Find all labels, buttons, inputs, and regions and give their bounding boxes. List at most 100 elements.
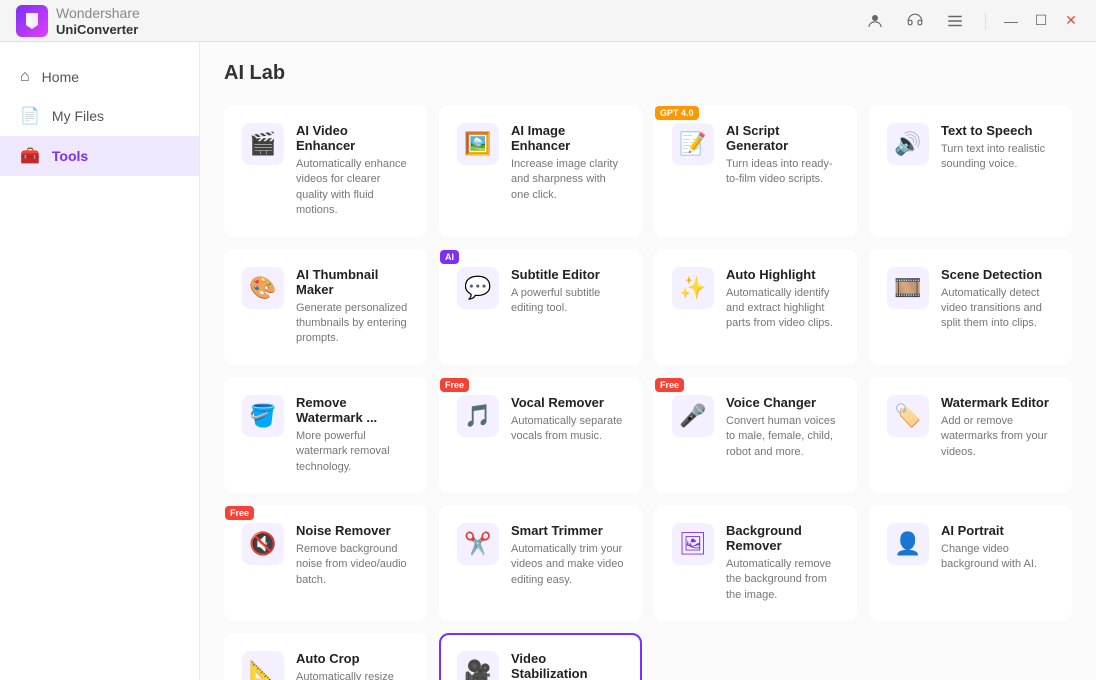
background-remover-desc: Automatically remove the background from… bbox=[726, 557, 839, 603]
tool-card-vocal-remover[interactable]: Free 🎵 Vocal Remover Automatically separ… bbox=[439, 377, 642, 493]
ai-script-generator-name: AI Script Generator bbox=[726, 123, 839, 153]
smart-trimmer-info: Smart Trimmer Automatically trim your vi… bbox=[511, 523, 624, 588]
remove-watermark-desc: More powerful watermark removal technolo… bbox=[296, 429, 409, 475]
app-body: ⌂ Home 📄 My Files 🧰 Tools AI Lab 🎬 AI Vi… bbox=[0, 42, 1096, 680]
ai-video-enhancer-desc: Automatically enhance videos for clearer… bbox=[296, 157, 409, 219]
tool-card-ai-portrait[interactable]: 👤 AI Portrait Change video background wi… bbox=[869, 505, 1072, 621]
auto-highlight-info: Auto Highlight Automatically identify an… bbox=[726, 267, 839, 332]
ai-portrait-icon: 👤 bbox=[887, 523, 929, 565]
tool-card-watermark-editor[interactable]: 🏷️ Watermark Editor Add or remove waterm… bbox=[869, 377, 1072, 493]
user-icon[interactable] bbox=[861, 7, 889, 35]
tool-card-ai-video-enhancer[interactable]: 🎬 AI Video Enhancer Automatically enhanc… bbox=[224, 105, 427, 237]
subtitle-editor-info: Subtitle Editor A powerful subtitle edit… bbox=[511, 267, 624, 317]
video-stabilization-info: Video Stabilization Solve the problem of… bbox=[511, 651, 624, 680]
video-stabilization-name: Video Stabilization bbox=[511, 651, 624, 680]
badge-gpt: GPT 4.0 bbox=[655, 106, 699, 120]
tool-card-ai-image-enhancer[interactable]: 🖼️ AI Image Enhancer Increase image clar… bbox=[439, 105, 642, 237]
app-logo: Wondershare UniConverter bbox=[16, 5, 140, 37]
noise-remover-name: Noise Remover bbox=[296, 523, 409, 538]
smart-trimmer-icon: ✂️ bbox=[457, 523, 499, 565]
myfiles-icon: 📄 bbox=[20, 106, 40, 126]
background-remover-info: Background Remover Automatically remove … bbox=[726, 523, 839, 603]
title-bar: Wondershare UniConverter — ☐ ✕ bbox=[0, 0, 1096, 42]
vocal-remover-icon: 🎵 bbox=[457, 395, 499, 437]
tool-card-auto-highlight[interactable]: ✨ Auto Highlight Automatically identify … bbox=[654, 249, 857, 365]
home-icon: ⌂ bbox=[20, 68, 30, 86]
smart-trimmer-name: Smart Trimmer bbox=[511, 523, 624, 538]
ai-image-enhancer-name: AI Image Enhancer bbox=[511, 123, 624, 153]
remove-watermark-icon: 🪣 bbox=[242, 395, 284, 437]
page-title: AI Lab bbox=[224, 62, 1072, 85]
auto-highlight-icon: ✨ bbox=[672, 267, 714, 309]
ai-script-generator-desc: Turn ideas into ready-to-film video scri… bbox=[726, 157, 839, 188]
ai-thumbnail-maker-desc: Generate personalized thumbnails by ente… bbox=[296, 301, 409, 347]
tool-card-background-remover[interactable]: 🖼 Background Remover Automatically remov… bbox=[654, 505, 857, 621]
tools-grid: 🎬 AI Video Enhancer Automatically enhanc… bbox=[224, 105, 1072, 680]
badge-free: Free bbox=[225, 506, 254, 520]
sidebar-item-tools[interactable]: 🧰 Tools bbox=[0, 136, 199, 176]
ai-video-enhancer-icon: 🎬 bbox=[242, 123, 284, 165]
tool-card-video-stabilization[interactable]: 🎥 Video Stabilization Solve the problem … bbox=[439, 633, 642, 680]
close-button[interactable]: ✕ bbox=[1062, 12, 1080, 30]
text-to-speech-info: Text to Speech Turn text into realistic … bbox=[941, 123, 1054, 173]
minimize-button[interactable]: — bbox=[1002, 12, 1020, 30]
sidebar-label: Tools bbox=[52, 148, 88, 164]
noise-remover-icon: 🔇 bbox=[242, 523, 284, 565]
ai-thumbnail-maker-info: AI Thumbnail Maker Generate personalized… bbox=[296, 267, 409, 347]
background-remover-icon: 🖼 bbox=[672, 523, 714, 565]
headset-icon[interactable] bbox=[901, 7, 929, 35]
auto-highlight-name: Auto Highlight bbox=[726, 267, 839, 282]
video-stabilization-icon: 🎥 bbox=[457, 651, 499, 680]
subtitle-editor-icon: 💬 bbox=[457, 267, 499, 309]
content-area: AI Lab 🎬 AI Video Enhancer Automatically… bbox=[200, 42, 1096, 680]
app-name: Wondershare UniConverter bbox=[56, 5, 140, 37]
scene-detection-info: Scene Detection Automatically detect vid… bbox=[941, 267, 1054, 332]
voice-changer-info: Voice Changer Convert human voices to ma… bbox=[726, 395, 839, 460]
noise-remover-desc: Remove background noise from video/audio… bbox=[296, 542, 409, 588]
ai-image-enhancer-info: AI Image Enhancer Increase image clarity… bbox=[511, 123, 624, 203]
title-bar-controls: — ☐ ✕ bbox=[861, 7, 1080, 35]
auto-highlight-desc: Automatically identify and extract highl… bbox=[726, 286, 839, 332]
auto-crop-info: Auto Crop Automatically resize videos fo… bbox=[296, 651, 409, 680]
watermark-editor-info: Watermark Editor Add or remove watermark… bbox=[941, 395, 1054, 460]
maximize-button[interactable]: ☐ bbox=[1032, 12, 1050, 30]
menu-icon[interactable] bbox=[941, 7, 969, 35]
tool-card-text-to-speech[interactable]: 🔊 Text to Speech Turn text into realisti… bbox=[869, 105, 1072, 237]
tools-icon: 🧰 bbox=[20, 146, 40, 166]
subtitle-editor-desc: A powerful subtitle editing tool. bbox=[511, 286, 624, 317]
badge-free: Free bbox=[655, 378, 684, 392]
tool-card-auto-crop[interactable]: 📐 Auto Crop Automatically resize videos … bbox=[224, 633, 427, 680]
ai-script-generator-icon: 📝 bbox=[672, 123, 714, 165]
sidebar-item-home[interactable]: ⌂ Home bbox=[0, 58, 199, 96]
scene-detection-desc: Automatically detect video transitions a… bbox=[941, 286, 1054, 332]
tool-card-remove-watermark[interactable]: 🪣 Remove Watermark ... More powerful wat… bbox=[224, 377, 427, 493]
tool-card-ai-script-generator[interactable]: GPT 4.0 📝 AI Script Generator Turn ideas… bbox=[654, 105, 857, 237]
sidebar-label: Home bbox=[42, 69, 79, 85]
tool-card-scene-detection[interactable]: 🎞️ Scene Detection Automatically detect … bbox=[869, 249, 1072, 365]
background-remover-name: Background Remover bbox=[726, 523, 839, 553]
voice-changer-icon: 🎤 bbox=[672, 395, 714, 437]
auto-crop-icon: 📐 bbox=[242, 651, 284, 680]
badge-ai: AI bbox=[440, 250, 459, 264]
tool-card-subtitle-editor[interactable]: AI 💬 Subtitle Editor A powerful subtitle… bbox=[439, 249, 642, 365]
scene-detection-name: Scene Detection bbox=[941, 267, 1054, 282]
tool-card-ai-thumbnail-maker[interactable]: 🎨 AI Thumbnail Maker Generate personaliz… bbox=[224, 249, 427, 365]
ai-thumbnail-maker-name: AI Thumbnail Maker bbox=[296, 267, 409, 297]
sidebar-label: My Files bbox=[52, 108, 104, 124]
tool-card-voice-changer[interactable]: Free 🎤 Voice Changer Convert human voice… bbox=[654, 377, 857, 493]
watermark-editor-name: Watermark Editor bbox=[941, 395, 1054, 410]
voice-changer-desc: Convert human voices to male, female, ch… bbox=[726, 414, 839, 460]
vocal-remover-info: Vocal Remover Automatically separate voc… bbox=[511, 395, 624, 445]
auto-crop-desc: Automatically resize videos for differen… bbox=[296, 670, 409, 680]
sidebar: ⌂ Home 📄 My Files 🧰 Tools bbox=[0, 42, 200, 680]
ai-video-enhancer-name: AI Video Enhancer bbox=[296, 123, 409, 153]
noise-remover-info: Noise Remover Remove background noise fr… bbox=[296, 523, 409, 588]
tool-card-smart-trimmer[interactable]: ✂️ Smart Trimmer Automatically trim your… bbox=[439, 505, 642, 621]
vocal-remover-name: Vocal Remover bbox=[511, 395, 624, 410]
subtitle-editor-name: Subtitle Editor bbox=[511, 267, 624, 282]
tool-card-noise-remover[interactable]: Free 🔇 Noise Remover Remove background n… bbox=[224, 505, 427, 621]
scene-detection-icon: 🎞️ bbox=[887, 267, 929, 309]
smart-trimmer-desc: Automatically trim your videos and make … bbox=[511, 542, 624, 588]
ai-image-enhancer-desc: Increase image clarity and sharpness wit… bbox=[511, 157, 624, 203]
sidebar-item-myfiles[interactable]: 📄 My Files bbox=[0, 96, 199, 136]
